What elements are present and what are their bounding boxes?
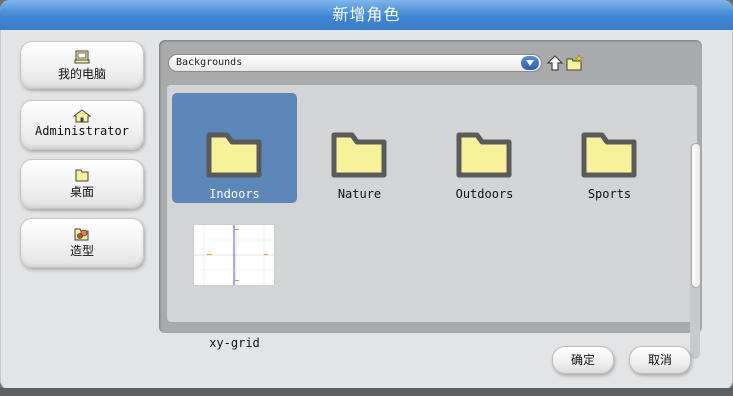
sidebar-item-administrator[interactable]: Administrator — [20, 100, 144, 150]
up-folder-icon[interactable] — [546, 54, 564, 72]
folder-item-sports[interactable]: Sports — [547, 93, 672, 203]
folder-item-outdoors[interactable]: Outdoors — [422, 93, 547, 203]
folder-item-label: Nature — [337, 187, 382, 201]
sidebar-item-label: 造型 — [69, 244, 94, 258]
xy-grid-image — [194, 225, 274, 285]
sidebar-item-label: Administrator — [35, 124, 129, 138]
home-icon — [72, 108, 92, 123]
folder-icon — [73, 167, 91, 182]
folder-icon — [206, 132, 262, 178]
costume-folder-icon — [73, 226, 91, 241]
folder-icon — [581, 132, 637, 178]
cancel-button[interactable]: 取消 — [629, 346, 691, 374]
folder-icon — [331, 132, 387, 178]
sidebar-item-desktop[interactable]: 桌面 — [20, 159, 144, 209]
sidebar-item-my-computer[interactable]: 我的电脑 — [20, 41, 144, 89]
ok-button[interactable]: 确定 — [552, 346, 614, 374]
folder-item-label: Sports — [587, 187, 632, 201]
new-folder-icon[interactable] — [566, 54, 584, 72]
folder-icon — [456, 132, 512, 178]
folder-item-label: Outdoors — [455, 187, 514, 201]
file-browser-panel: Backgrounds Indoors Nature Outdoors Spor… — [159, 40, 702, 359]
chevron-down-icon[interactable] — [521, 56, 539, 70]
dialog-title: 新增角色 — [332, 5, 401, 24]
scrollbar-thumb[interactable] — [691, 143, 701, 288]
path-dropdown[interactable]: Backgrounds — [168, 54, 542, 72]
file-list: Indoors Nature Outdoors Sports xy-grid — [167, 85, 701, 359]
folder-item-label: Indoors — [209, 187, 260, 201]
xy-grid-thumbnail[interactable] — [193, 224, 275, 286]
path-dropdown-value: Backgrounds — [176, 57, 243, 68]
sidebar-item-label: 我的电脑 — [57, 67, 106, 81]
sidebar-item-costumes[interactable]: 造型 — [20, 218, 144, 268]
vertical-scrollbar[interactable] — [690, 143, 701, 359]
folder-item-nature[interactable]: Nature — [297, 93, 422, 203]
title-bar[interactable]: 新增角色 — [0, 0, 733, 30]
background-strip — [0, 388, 733, 396]
folder-item-indoors[interactable]: Indoors — [172, 93, 297, 203]
computer-icon — [73, 49, 91, 64]
image-item-label: xy-grid — [209, 336, 260, 350]
new-sprite-dialog: 新增角色 我的电脑 Administrator 桌面 造型 Background… — [0, 0, 733, 390]
sidebar-item-label: 桌面 — [69, 185, 94, 199]
